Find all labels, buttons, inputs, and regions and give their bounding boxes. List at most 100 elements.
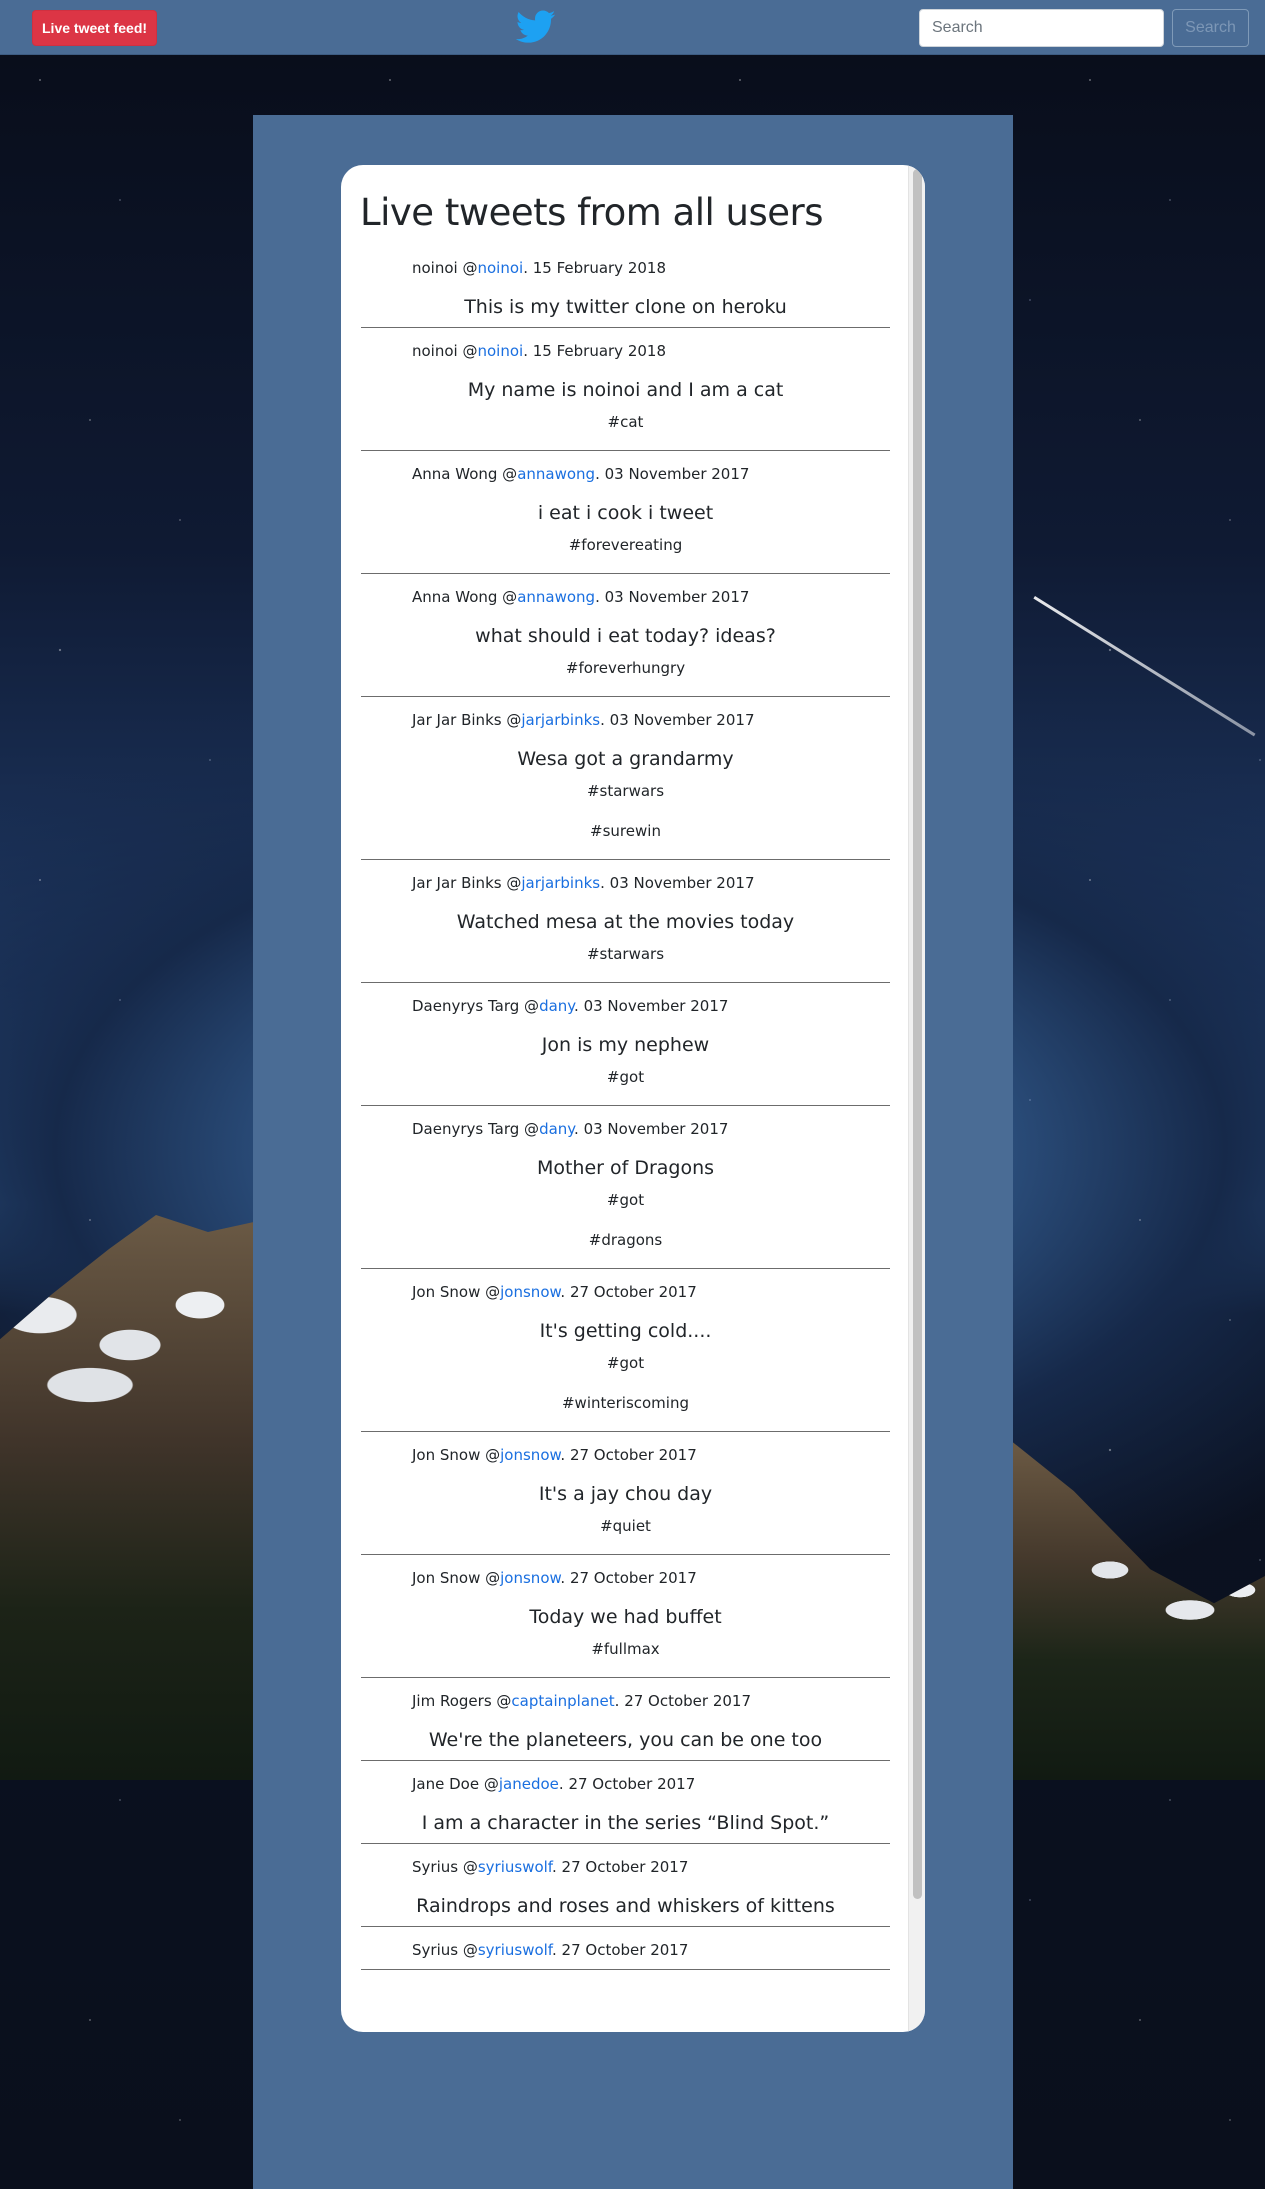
tweet-author-name: Daenyrys Targ xyxy=(412,997,520,1015)
tweet-item: Daenyrys Targ @dany. 03 November 2017 Mot… xyxy=(361,1106,890,1269)
tweet-meta: Syrius @syriuswolf. 27 October 2017 xyxy=(412,1858,689,1876)
tweet-author-handle-link[interactable]: noinoi xyxy=(477,259,523,277)
tweet-hashtags: #fullmax xyxy=(361,1629,890,1673)
hashtag: #forevereating xyxy=(568,536,683,554)
tweet-text: My name is noinoi and I am a cat xyxy=(467,379,784,401)
tweet-author-handle-link[interactable]: syriuswolf xyxy=(478,1858,552,1876)
tweet-date: 27 October 2017 xyxy=(561,1941,689,1959)
tweet-meta: Jon Snow @jonsnow. 27 October 2017 xyxy=(412,1569,697,1587)
tweet-item: Jar Jar Binks @jarjarbinks. 03 November … xyxy=(361,860,890,983)
tweet-meta: Jar Jar Binks @jarjarbinks. 03 November … xyxy=(412,874,755,892)
tweet-hashtags: #quiet xyxy=(361,1506,890,1550)
tweet-feed-scroll-area[interactable]: Live tweets from all users noinoi @noino… xyxy=(341,165,925,2032)
hashtag: #starwars xyxy=(586,945,665,963)
tweet-author-handle-link[interactable]: jonsnow xyxy=(500,1569,560,1587)
tweet-item: Jar Jar Binks @jarjarbinks. 03 November … xyxy=(361,697,890,860)
hashtag: #cat xyxy=(607,413,644,431)
tweet-text: Jon is my nephew xyxy=(541,1034,710,1056)
tweet-hashtags: #got #dragons xyxy=(361,1180,890,1264)
tweet-author-name: Jane Doe xyxy=(412,1775,480,1793)
tweet-author-name: Jon Snow xyxy=(412,1446,481,1464)
tweet-meta: Jim Rogers @captainplanet. 27 October 20… xyxy=(412,1692,752,1710)
tweet-item: Anna Wong @annawong. 03 November 2017 i e… xyxy=(361,451,890,574)
tweet-author-handle-link[interactable]: dany xyxy=(539,997,574,1015)
tweet-author-handle-link[interactable]: janedoe xyxy=(499,1775,559,1793)
tweet-date: 03 November 2017 xyxy=(609,711,755,729)
tweet-text: Today we had buffet xyxy=(529,1606,722,1628)
hashtag: #got xyxy=(606,1354,645,1372)
tweet-date: 03 November 2017 xyxy=(604,588,750,606)
tweet-text: It's getting cold.... xyxy=(539,1320,712,1342)
tweet-meta: Jane Doe @janedoe. 27 October 2017 xyxy=(412,1775,696,1793)
tweet-date: 03 November 2017 xyxy=(583,1120,729,1138)
tweet-feed-card: Live tweets from all users noinoi @noino… xyxy=(341,165,925,2032)
tweet-author-name: Anna Wong xyxy=(412,588,498,606)
tweet-date: 27 October 2017 xyxy=(569,1446,697,1464)
tweet-text: We're the planeteers, you can be one too xyxy=(428,1729,823,1751)
tweet-date: 03 November 2017 xyxy=(604,465,750,483)
tweet-author-handle-link[interactable]: annawong xyxy=(517,465,595,483)
tweet-author-name: Jon Snow xyxy=(412,1569,481,1587)
tweet-date: 27 October 2017 xyxy=(561,1858,689,1876)
hashtag: #surewin xyxy=(590,822,661,840)
tweet-author-name: Syrius xyxy=(412,1858,459,1876)
tweet-list: noinoi @noinoi. 15 February 2018 This is … xyxy=(341,245,925,1970)
tweet-item: Jon Snow @jonsnow. 27 October 2017 It's a… xyxy=(361,1432,890,1555)
tweet-hashtags: #foreverhungry xyxy=(361,648,890,692)
tweet-item: noinoi @noinoi. 15 February 2018 My name … xyxy=(361,328,890,451)
tweet-meta: Daenyrys Targ @dany. 03 November 2017 xyxy=(412,997,729,1015)
tweet-text: what should i eat today? ideas? xyxy=(475,625,776,647)
tweet-author-name: Jon Snow xyxy=(412,1283,481,1301)
tweet-author-handle-link[interactable]: jonsnow xyxy=(500,1446,560,1464)
tweet-author-name: Anna Wong xyxy=(412,465,498,483)
tweet-date: 15 February 2018 xyxy=(532,342,666,360)
tweet-item: Syrius @syriuswolf. 27 October 2017 xyxy=(361,1927,890,1970)
tweet-meta: Syrius @syriuswolf. 27 October 2017 xyxy=(412,1941,689,1959)
hashtag: #winteriscoming xyxy=(561,1394,689,1412)
tweet-author-name: Jar Jar Binks xyxy=(412,874,502,892)
tweet-author-handle-link[interactable]: annawong xyxy=(517,588,595,606)
tweet-text: Raindrops and roses and whiskers of kitt… xyxy=(416,1895,835,1917)
tweet-meta: Jon Snow @jonsnow. 27 October 2017 xyxy=(412,1446,697,1464)
tweet-date: 03 November 2017 xyxy=(609,874,755,892)
tweet-author-name: noinoi xyxy=(412,342,458,360)
tweet-date: 03 November 2017 xyxy=(583,997,729,1015)
live-tweet-feed-button[interactable]: Live tweet feed! xyxy=(32,10,158,46)
tweet-author-handle-link[interactable]: jarjarbinks xyxy=(521,874,600,892)
tweet-text: Watched mesa at the movies today xyxy=(456,911,795,933)
search-button[interactable]: Search xyxy=(1172,9,1249,47)
hashtag: #starwars xyxy=(586,782,665,800)
tweet-item: Jim Rogers @captainplanet. 27 October 20… xyxy=(361,1678,890,1761)
hashtag: #dragons xyxy=(588,1231,663,1249)
tweet-author-name: Jar Jar Binks xyxy=(412,711,502,729)
hashtag: #foreverhungry xyxy=(565,659,686,677)
tweet-author-handle-link[interactable]: jonsnow xyxy=(500,1283,560,1301)
tweet-meta: Anna Wong @annawong. 03 November 2017 xyxy=(412,465,750,483)
tweet-author-handle-link[interactable]: noinoi xyxy=(477,342,523,360)
tweet-hashtags: #starwars xyxy=(361,934,890,978)
tweet-date: 27 October 2017 xyxy=(568,1775,696,1793)
twitter-bird-icon[interactable] xyxy=(516,10,556,44)
tweet-item: Syrius @syriuswolf. 27 October 2017 Raind… xyxy=(361,1844,890,1927)
scrollbar-thumb[interactable] xyxy=(913,169,922,1899)
hashtag: #got xyxy=(606,1068,645,1086)
hashtag: #quiet xyxy=(600,1517,651,1535)
tweet-author-handle-link[interactable]: dany xyxy=(539,1120,574,1138)
search-input[interactable] xyxy=(919,9,1164,47)
tweet-author-handle-link[interactable]: syriuswolf xyxy=(478,1941,552,1959)
tweet-text: Wesa got a grandarmy xyxy=(517,748,734,770)
tweet-author-handle-link[interactable]: captainplanet xyxy=(511,1692,614,1710)
tweet-author-name: Jim Rogers xyxy=(412,1692,492,1710)
tweet-text: It's a jay chou day xyxy=(538,1483,713,1505)
tweet-meta: Jon Snow @jonsnow. 27 October 2017 xyxy=(412,1283,697,1301)
tweet-text: Mother of Dragons xyxy=(536,1157,715,1179)
top-navbar: Live tweet feed! Search xyxy=(0,0,1265,55)
tweet-item: Jon Snow @jonsnow. 27 October 2017 It's g… xyxy=(361,1269,890,1432)
tweet-author-name: Daenyrys Targ xyxy=(412,1120,520,1138)
tweet-hashtags: #forevereating xyxy=(361,525,890,569)
tweet-meta: Jar Jar Binks @jarjarbinks. 03 November … xyxy=(412,711,755,729)
tweet-item: Anna Wong @annawong. 03 November 2017 wha… xyxy=(361,574,890,697)
tweet-meta: Anna Wong @annawong. 03 November 2017 xyxy=(412,588,750,606)
tweet-author-name: noinoi xyxy=(412,259,458,277)
tweet-author-handle-link[interactable]: jarjarbinks xyxy=(521,711,600,729)
